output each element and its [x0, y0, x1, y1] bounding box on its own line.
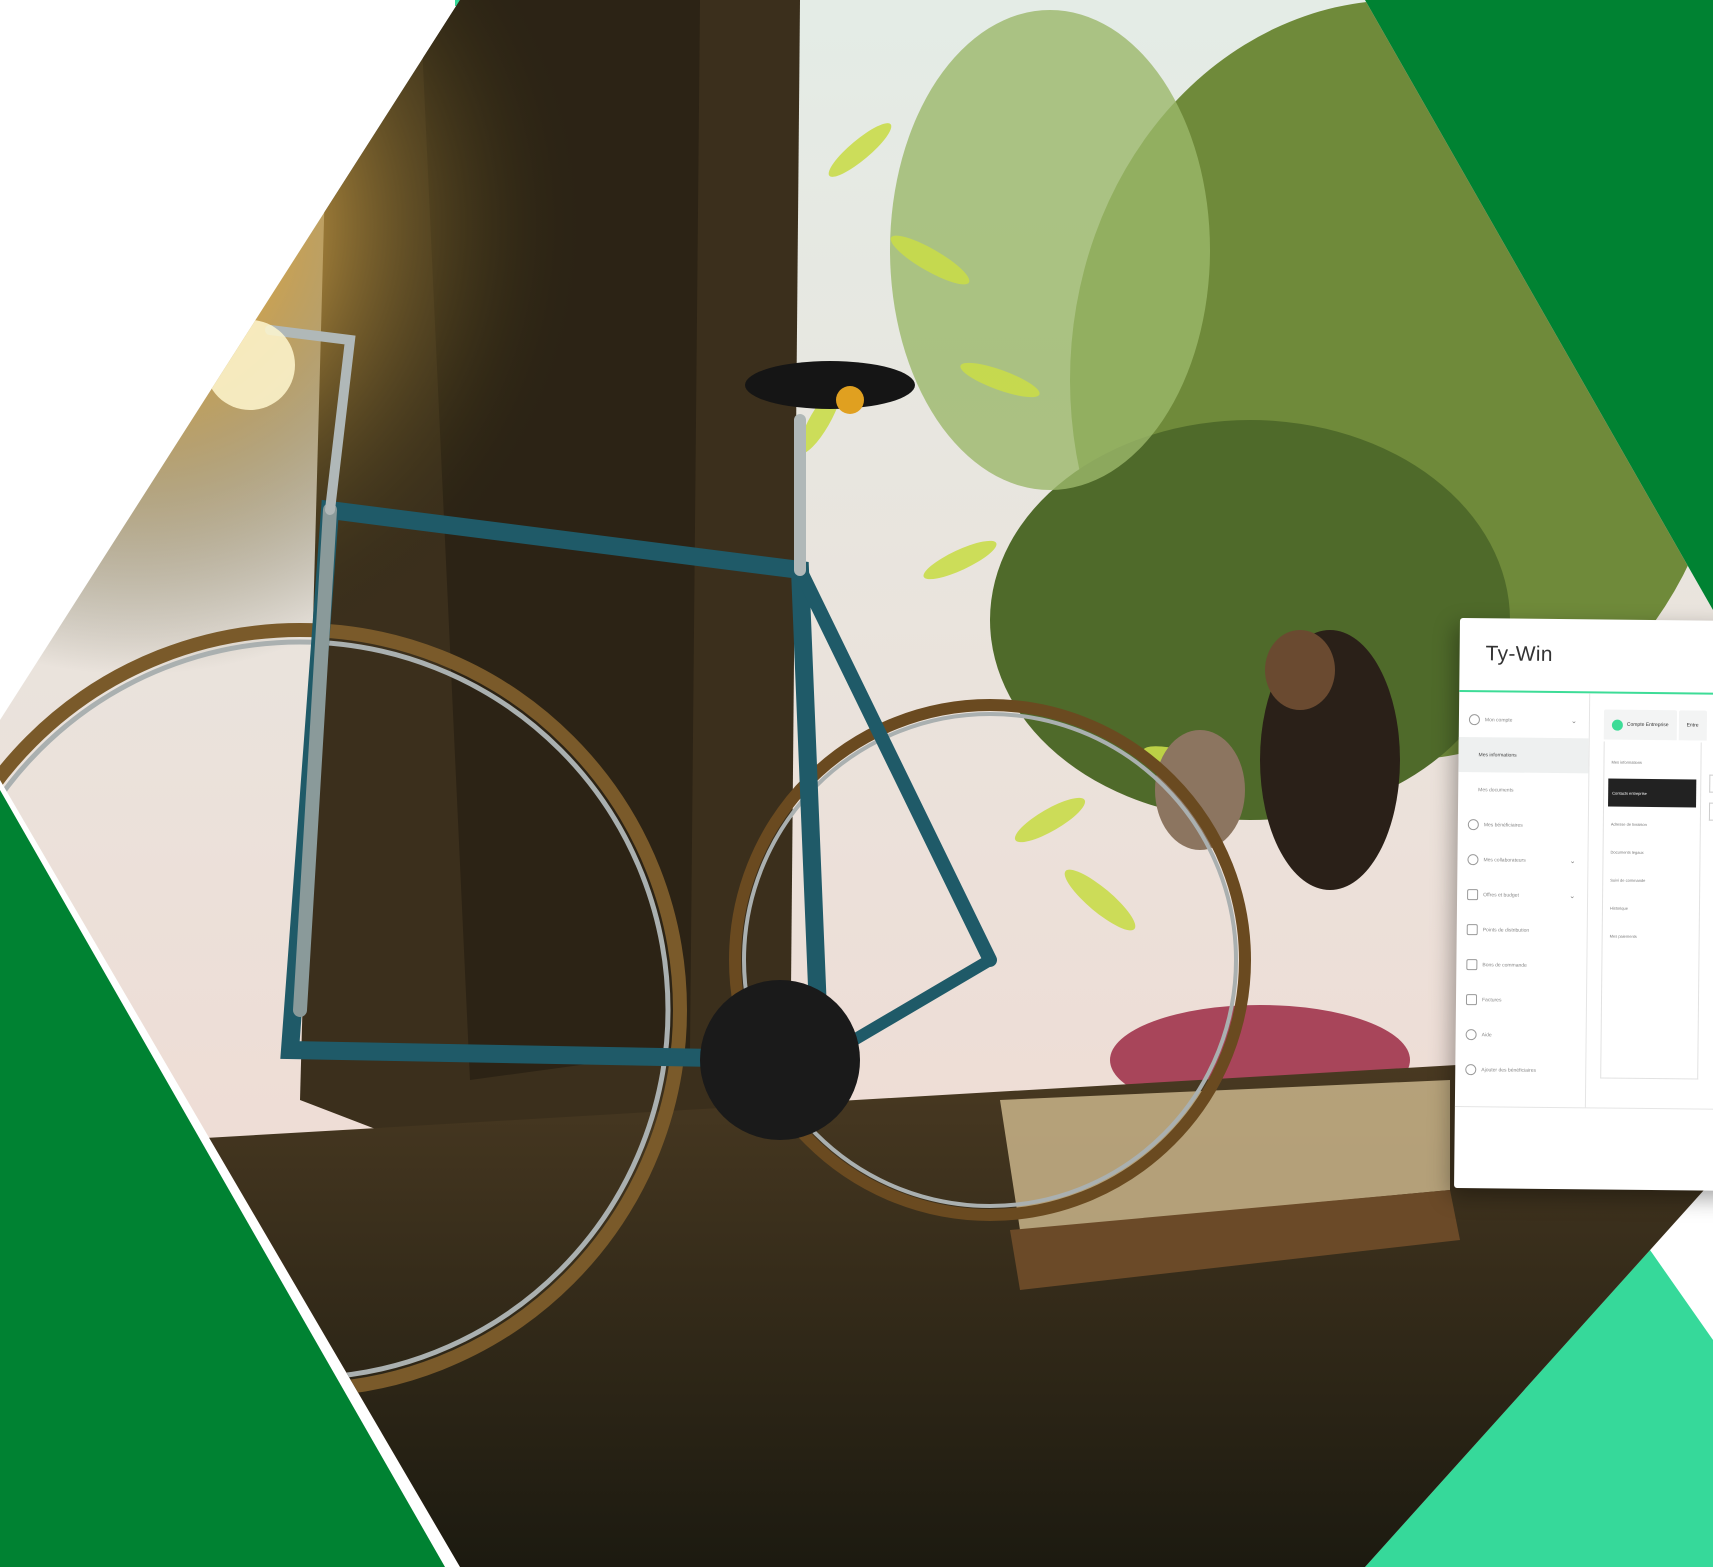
- tab-bar: Compte Entreprise Entre: [1603, 708, 1713, 744]
- marketing-visual: Ty-Win Mon compte ⌄ Mes informations Mes…: [0, 0, 1713, 1567]
- app-header: Ty-Win: [1459, 618, 1713, 696]
- sidebar-item-label: Aide: [1481, 1031, 1492, 1038]
- share-icon: [1465, 1064, 1477, 1076]
- tab-label: Compte Entreprise: [1626, 721, 1669, 729]
- sidebar-item-label: Mon compte: [1484, 716, 1513, 724]
- subnav-item[interactable]: Mes paiements: [1603, 922, 1699, 951]
- sidebar-item-account[interactable]: Mon compte ⌄: [1459, 702, 1589, 738]
- people-icon: [1467, 819, 1479, 831]
- subnav-item[interactable]: Contacts entreprise: [1608, 778, 1697, 808]
- sidebar: Mon compte ⌄ Mes informations Mes docume…: [1454, 691, 1591, 1108]
- sidebar-item-label: Offres et budget: [1483, 891, 1519, 899]
- sidebar-item-label: Bons de commande: [1482, 961, 1527, 969]
- invoice-icon: [1465, 994, 1478, 1006]
- app-logo: Ty-Win: [1485, 642, 1553, 666]
- sidebar-item-label: Factures: [1481, 996, 1502, 1003]
- main-content: Compte Entreprise Entre Mes informations…: [1586, 693, 1713, 1109]
- sidebar-item-distribution[interactable]: Points de distribution: [1457, 912, 1587, 948]
- team-icon: [1467, 854, 1479, 866]
- chevron-down-icon: ⌄: [1569, 857, 1576, 865]
- chevron-down-icon: ⌄: [1569, 892, 1576, 900]
- sidebar-item-label: Ajouter des bénéficiaires: [1481, 1066, 1537, 1074]
- app-footer: [1454, 1105, 1713, 1171]
- sidebar-item-beneficiaries[interactable]: Mes bénéficiaires: [1458, 807, 1588, 843]
- user-icon: [1468, 714, 1480, 726]
- sidebar-item-invoices[interactable]: Factures: [1456, 982, 1586, 1018]
- subnav-item[interactable]: Suivi de commande: [1603, 866, 1699, 895]
- sidebar-item-collaborators[interactable]: Mes collaborateurs ⌄: [1457, 842, 1587, 878]
- chevron-down-icon: ⌄: [1571, 717, 1577, 725]
- subnav-item[interactable]: Adresse de livraison: [1604, 810, 1700, 839]
- help-icon: [1465, 1029, 1477, 1041]
- building-icon: [1611, 719, 1623, 731]
- clipboard-icon: [1466, 959, 1478, 971]
- chart-icon: [1467, 889, 1479, 901]
- tab-company-account[interactable]: Compte Entreprise: [1603, 709, 1677, 741]
- sub-navigation: Mes informations Contacts entreprise Adr…: [1600, 741, 1702, 1080]
- sidebar-item-add-beneficiaries[interactable]: Ajouter des bénéficiaires: [1455, 1052, 1585, 1088]
- form-field[interactable]: [1708, 802, 1713, 821]
- hexagon-photo-graphic: [0, 0, 1713, 1567]
- subnav-item[interactable]: Mes informations: [1604, 748, 1700, 777]
- tab-label: Entre: [1686, 722, 1699, 729]
- tab-entreprise[interactable]: Entre: [1678, 710, 1707, 741]
- sidebar-item-help[interactable]: Aide: [1455, 1017, 1585, 1053]
- sidebar-item-informations[interactable]: Mes informations: [1458, 736, 1589, 774]
- subnav-item[interactable]: Historique: [1603, 894, 1699, 923]
- sidebar-item-label: Mes informations: [1478, 751, 1517, 759]
- sidebar-item-label: Mes bénéficiaires: [1483, 821, 1523, 829]
- sidebar-item-documents[interactable]: Mes documents: [1458, 772, 1588, 808]
- store-icon: [1466, 924, 1478, 936]
- app-screenshot-mockup: Ty-Win Mon compte ⌄ Mes informations Mes…: [1454, 618, 1713, 1192]
- sidebar-item-label: Mes collaborateurs: [1483, 856, 1526, 864]
- sidebar-item-label: Points de distribution: [1482, 926, 1530, 934]
- subnav-item[interactable]: Documents légaux: [1603, 838, 1699, 867]
- sidebar-item-label: Mes documents: [1478, 786, 1514, 794]
- sidebar-item-offers[interactable]: Offres et budget ⌄: [1457, 877, 1587, 913]
- sidebar-item-orders[interactable]: Bons de commande: [1456, 947, 1586, 983]
- form-field[interactable]: [1709, 774, 1713, 793]
